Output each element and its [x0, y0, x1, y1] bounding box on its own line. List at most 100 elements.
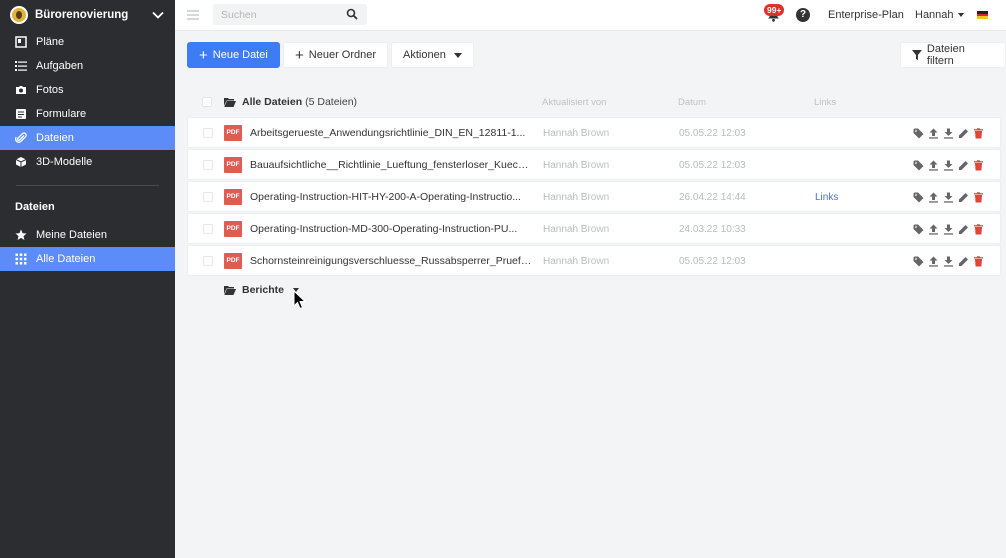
download-icon[interactable] — [943, 256, 954, 267]
row-checkbox[interactable] — [203, 160, 213, 170]
new-file-button[interactable]: + Neue Datei — [187, 42, 280, 68]
edit-icon[interactable] — [958, 256, 969, 267]
project-name: Bürorenovierung — [35, 9, 129, 21]
row-checkbox[interactable] — [203, 224, 213, 234]
row-checkbox[interactable] — [203, 256, 213, 266]
search-icon[interactable] — [346, 8, 358, 20]
sidebar-item-alle-dateien[interactable]: Alle Dateien — [0, 247, 175, 271]
sidebar-item-meine-dateien[interactable]: Meine Dateien — [0, 223, 175, 247]
sidebar-item-label: Fotos — [36, 84, 64, 96]
delete-icon[interactable] — [973, 192, 984, 203]
delete-icon[interactable] — [973, 224, 984, 235]
grid-icon — [14, 253, 27, 266]
chevron-down-icon[interactable] — [151, 8, 165, 22]
download-icon[interactable] — [943, 224, 954, 235]
menu-icon[interactable] — [187, 10, 199, 20]
delete-icon[interactable] — [973, 256, 984, 267]
folder-title: Alle Dateien (5 Dateien) — [224, 96, 357, 108]
download-icon[interactable] — [943, 192, 954, 203]
edit-icon[interactable] — [958, 224, 969, 235]
tag-icon[interactable] — [913, 160, 924, 171]
sidebar-item-label: Aufgaben — [36, 60, 84, 72]
actions-dropdown[interactable]: Aktionen — [391, 42, 474, 68]
tag-icon[interactable] — [913, 128, 924, 139]
pdf-file-icon: PDF — [224, 253, 242, 269]
sidebar-divider — [16, 185, 159, 186]
edit-icon[interactable] — [958, 128, 969, 139]
upload-icon[interactable] — [928, 128, 939, 139]
file-date: 26.04.22 14:44 — [679, 192, 746, 203]
folder-open-icon — [224, 286, 236, 295]
column-links[interactable]: Links — [814, 97, 836, 108]
tag-icon[interactable] — [913, 224, 924, 235]
tag-icon[interactable] — [913, 256, 924, 267]
cube-icon — [14, 156, 27, 169]
sidebar: Bürorenovierung Pläne Aufgaben Fotos For… — [0, 0, 175, 558]
file-date: 05.05.22 12:03 — [679, 160, 746, 171]
pdf-file-icon: PDF — [224, 125, 242, 141]
edit-icon[interactable] — [958, 160, 969, 171]
column-date[interactable]: Datum — [678, 97, 706, 108]
row-checkbox[interactable] — [203, 192, 213, 202]
plans-icon — [14, 36, 27, 49]
column-updated-by[interactable]: Aktualisiert von — [542, 97, 606, 108]
sidebar-item-label: Meine Dateien — [36, 229, 107, 241]
folder-open-icon — [224, 98, 236, 107]
file-date: 05.05.22 12:03 — [679, 128, 746, 139]
new-folder-label: Neuer Ordner — [308, 49, 377, 61]
filter-icon — [912, 50, 922, 60]
camera-icon — [14, 84, 27, 97]
sidebar-section-title: Dateien — [15, 201, 55, 213]
upload-icon[interactable] — [928, 192, 939, 203]
sidebar-item-fotos[interactable]: Fotos — [0, 78, 175, 102]
table-row[interactable]: PDF Operating-Instruction-HIT-HY-200-A-O… — [187, 181, 1001, 212]
download-icon[interactable] — [943, 128, 954, 139]
delete-icon[interactable] — [973, 160, 984, 171]
upload-icon[interactable] — [928, 160, 939, 171]
help-icon[interactable]: ? — [796, 8, 810, 22]
table-row[interactable]: PDF Schornsteinreinigungsverschluesse_Ru… — [187, 245, 1001, 276]
new-folder-button[interactable]: + Neuer Ordner — [283, 42, 389, 68]
sidebar-item-3d-modelle[interactable]: 3D-Modelle — [0, 150, 175, 174]
sidebar-item-label: Formulare — [36, 108, 87, 120]
filter-files-button[interactable]: Dateien filtern — [900, 42, 1006, 68]
file-name[interactable]: Arbeitsgerueste_Anwendungsrichtlinie_DIN… — [250, 127, 532, 139]
caret-down-icon — [957, 13, 964, 18]
edit-icon[interactable] — [958, 192, 969, 203]
file-name[interactable]: Operating-Instruction-HIT-HY-200-A-Opera… — [250, 191, 532, 203]
plan-link[interactable]: Enterprise-Plan — [828, 9, 904, 21]
user-menu[interactable]: Hannah — [915, 9, 964, 21]
sidebar-item-formulare[interactable]: Formulare — [0, 102, 175, 126]
table-row[interactable]: PDF Operating-Instruction-MD-300-Operati… — [187, 213, 1001, 244]
sidebar-item-aufgaben[interactable]: Aufgaben — [0, 54, 175, 78]
table-row[interactable]: PDF Bauaufsichtliche__Richtlinie_Lueftun… — [187, 149, 1001, 180]
upload-icon[interactable] — [928, 256, 939, 267]
search-input[interactable] — [221, 7, 341, 22]
table-row[interactable]: PDF Arbeitsgerueste_Anwendungsrichtlinie… — [187, 117, 1001, 148]
folder-name: Alle Dateien — [242, 96, 303, 108]
file-name[interactable]: Operating-Instruction-MD-300-Operating-I… — [250, 223, 532, 235]
select-all-checkbox[interactable] — [202, 97, 212, 107]
row-actions — [913, 128, 984, 139]
file-name[interactable]: Schornsteinreinigungsverschluesse_Russab… — [250, 255, 532, 267]
sidebar-item-dateien[interactable]: Dateien — [0, 126, 175, 150]
updated-by: Hannah Brown — [543, 256, 610, 267]
paperclip-icon — [14, 132, 27, 145]
tag-icon[interactable] — [913, 192, 924, 203]
updated-by: Hannah Brown — [543, 160, 610, 171]
delete-icon[interactable] — [973, 128, 984, 139]
actions-label: Aktionen — [403, 49, 446, 61]
sidebar-item-plaene[interactable]: Pläne — [0, 30, 175, 54]
row-actions — [913, 224, 984, 235]
notification-badge: 99+ — [764, 4, 785, 16]
file-links[interactable]: Links — [815, 192, 838, 203]
project-selector[interactable]: Bürorenovierung — [0, 0, 175, 30]
subfolder-berichte[interactable]: Berichte — [224, 284, 300, 296]
upload-icon[interactable] — [928, 224, 939, 235]
sidebar-item-label: Alle Dateien — [36, 253, 96, 265]
plus-icon: + — [295, 46, 304, 64]
german-flag-icon[interactable] — [977, 11, 988, 19]
file-name[interactable]: Bauaufsichtliche__Richtlinie_Lueftung_fe… — [250, 159, 532, 171]
download-icon[interactable] — [943, 160, 954, 171]
row-checkbox[interactable] — [203, 128, 213, 138]
